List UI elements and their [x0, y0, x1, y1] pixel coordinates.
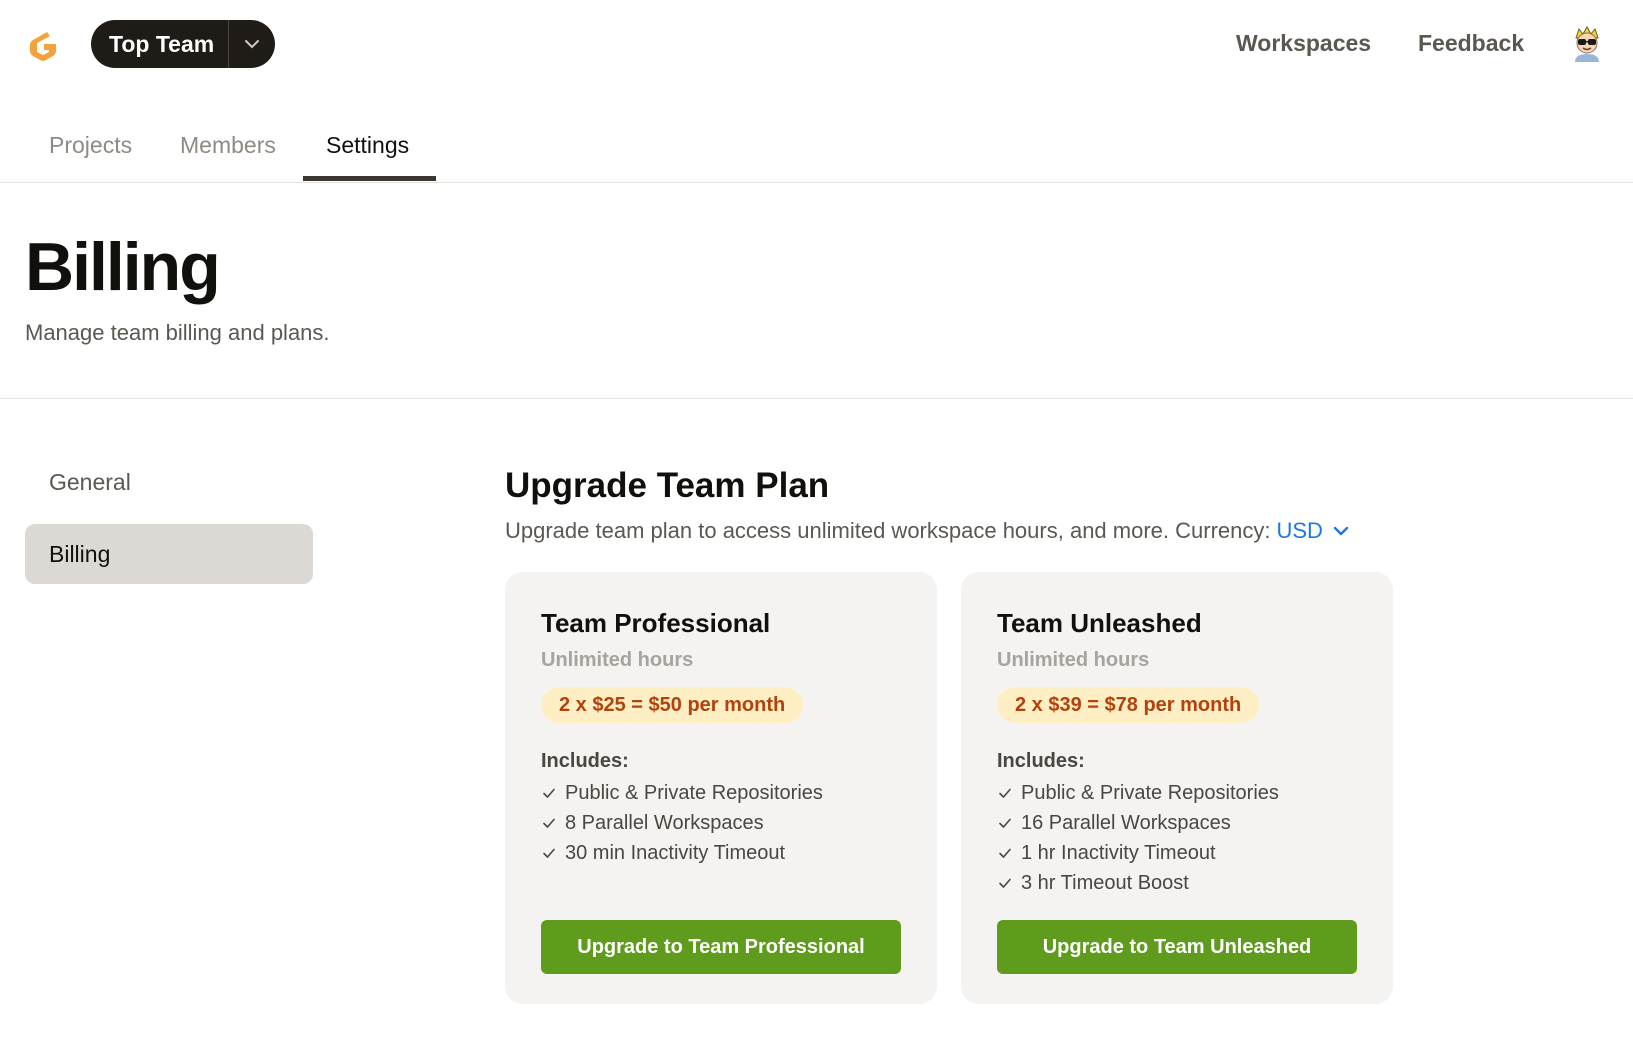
plan-feature-label: 16 Parallel Workspaces — [1021, 811, 1231, 834]
avatar-icon[interactable] — [1570, 25, 1604, 62]
sidebar-item-billing[interactable]: Billing — [25, 524, 313, 584]
plan-feature-list: Public & Private Repositories 16 Paralle… — [997, 778, 1279, 898]
settings-tabs: Projects Members Settings — [0, 120, 1633, 183]
plan-hours: Unlimited hours — [997, 649, 1150, 671]
plan-feature: Public & Private Repositories — [541, 778, 823, 808]
check-icon — [543, 788, 555, 798]
sidebar-item-general[interactable]: General — [25, 452, 313, 512]
plan-feature-label: 3 hr Timeout Boost — [1021, 871, 1189, 894]
check-icon — [999, 878, 1011, 888]
chevron-down-icon[interactable] — [1333, 526, 1349, 536]
check-icon — [999, 818, 1011, 828]
upgrade-section-title: Upgrade Team Plan — [505, 466, 830, 505]
plan-includes-label: Includes: — [541, 750, 629, 772]
plan-price-badge: 2 x $39 = $78 per month — [997, 687, 1260, 723]
upgrade-team-professional-button[interactable]: Upgrade to Team Professional — [541, 920, 901, 974]
tab-settings[interactable]: Settings — [326, 132, 409, 159]
feedback-link[interactable]: Feedback — [1418, 30, 1524, 57]
plan-feature: 3 hr Timeout Boost — [997, 868, 1279, 898]
tab-members[interactable]: Members — [180, 132, 276, 159]
plan-card-team-unleashed: Team Unleashed Unlimited hours 2 x $39 =… — [961, 572, 1393, 1004]
plan-name: Team Professional — [541, 608, 771, 638]
chevron-down-icon[interactable] — [229, 20, 275, 68]
plan-feature: Public & Private Repositories — [997, 778, 1279, 808]
plan-feature: 1 hr Inactivity Timeout — [997, 838, 1279, 868]
plan-price-badge: 2 x $25 = $50 per month — [541, 687, 804, 723]
plan-feature: 30 min Inactivity Timeout — [541, 838, 823, 868]
upgrade-description-text: Upgrade team plan to access unlimited wo… — [505, 518, 1271, 543]
check-icon — [543, 848, 555, 858]
currency-select[interactable]: USD — [1276, 518, 1349, 544]
currency-value[interactable]: USD — [1276, 518, 1322, 544]
plan-feature: 8 Parallel Workspaces — [541, 808, 823, 838]
check-icon — [999, 848, 1011, 858]
upgrade-section-description: Upgrade team plan to access unlimited wo… — [505, 518, 1349, 544]
plan-feature-label: 30 min Inactivity Timeout — [565, 841, 786, 864]
tab-projects[interactable]: Projects — [49, 132, 132, 159]
plan-name: Team Unleashed — [997, 608, 1202, 638]
plan-hours: Unlimited hours — [541, 649, 694, 671]
section-divider — [0, 398, 1633, 399]
plan-feature: 16 Parallel Workspaces — [997, 808, 1279, 838]
team-name[interactable]: Top Team — [91, 20, 228, 68]
page-title: Billing — [25, 229, 221, 305]
plan-feature-list: Public & Private Repositories 8 Parallel… — [541, 778, 823, 868]
team-switcher[interactable]: Top Team — [91, 20, 276, 68]
check-icon — [999, 788, 1011, 798]
plan-feature-label: Public & Private Repositories — [1021, 781, 1279, 804]
check-icon — [543, 818, 555, 828]
plan-feature-label: 1 hr Inactivity Timeout — [1021, 841, 1216, 864]
upgrade-team-unleashed-button[interactable]: Upgrade to Team Unleashed — [997, 920, 1357, 974]
plan-feature-label: Public & Private Repositories — [565, 781, 823, 804]
workspaces-link[interactable]: Workspaces — [1236, 30, 1371, 57]
plan-card-team-professional: Team Professional Unlimited hours 2 x $2… — [505, 572, 937, 1004]
plan-includes-label: Includes: — [997, 750, 1085, 772]
gitpod-logo-icon[interactable] — [25, 27, 61, 63]
plan-feature-label: 8 Parallel Workspaces — [565, 811, 764, 834]
top-header: Top Team Workspaces Feedback — [0, 0, 1633, 90]
active-tab-indicator — [303, 176, 436, 181]
page-subtitle: Manage team billing and plans. — [25, 320, 330, 345]
